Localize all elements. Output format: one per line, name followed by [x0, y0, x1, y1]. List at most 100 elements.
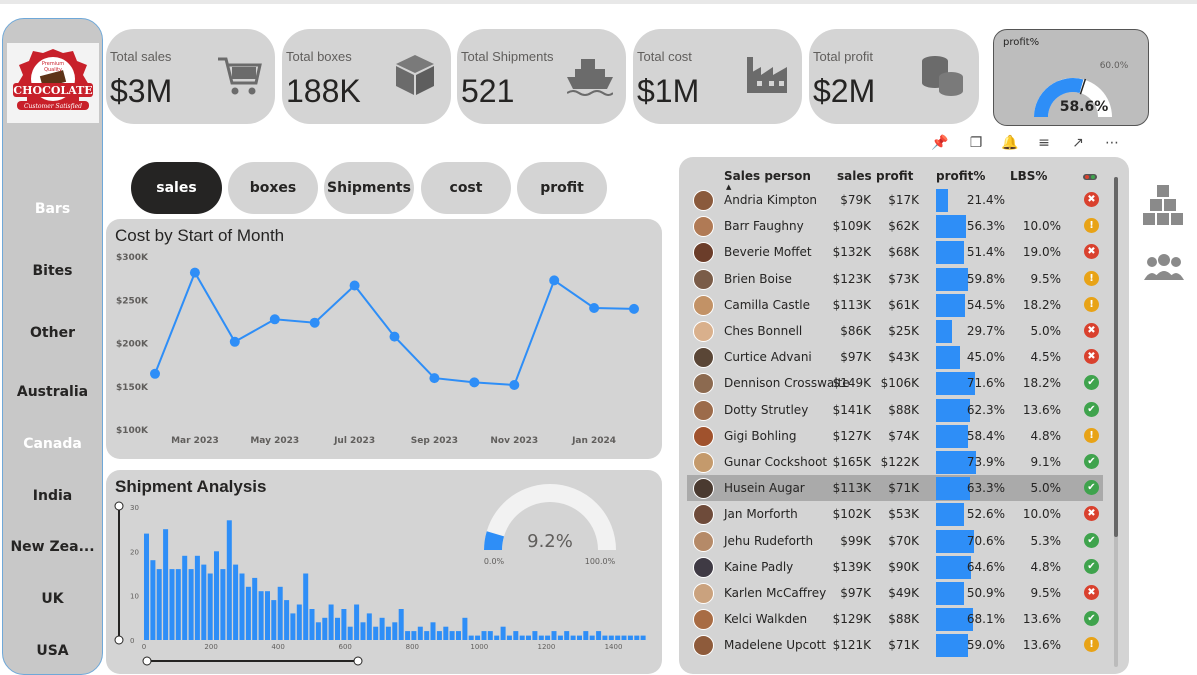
ship-bar[interactable]	[570, 635, 576, 640]
table-scrollbar-thumb[interactable]	[1114, 177, 1118, 537]
ship-bar[interactable]	[354, 604, 360, 641]
ship-bar[interactable]	[551, 631, 557, 640]
table-row[interactable]: Husein Augar $113K $71K 63.3% 5.0% ✔	[687, 475, 1103, 502]
ship-bar[interactable]	[303, 573, 309, 641]
col-header-profit[interactable]: profit	[876, 169, 913, 183]
table-row[interactable]: Gunar Cockshoot $165K $122K 73.9% 9.1% ✔	[687, 449, 1103, 475]
ship-bar[interactable]	[627, 635, 633, 640]
ship-bar[interactable]	[360, 622, 366, 640]
table-scrollbar[interactable]	[1114, 177, 1118, 667]
ship-bar[interactable]	[194, 555, 200, 640]
ship-bar[interactable]	[214, 551, 219, 640]
ship-bar[interactable]	[277, 586, 283, 640]
cost-data-point[interactable]	[549, 275, 560, 286]
table-row[interactable]: Brien Boise $123K $73K 59.8% 9.5%!	[687, 266, 1103, 292]
ship-bar[interactable]	[169, 569, 175, 640]
cost-data-point[interactable]	[309, 317, 320, 328]
table-row[interactable]: Beverie Moffet $132K $68K 51.4% 19.0% ✖	[687, 239, 1103, 265]
ship-bar[interactable]	[589, 635, 595, 640]
table-row[interactable]: Barr Faughny $109K $62K 56.3% 10.0%!	[687, 213, 1103, 239]
sidebar-item-8[interactable]: USA	[3, 643, 102, 659]
ship-bar[interactable]	[557, 635, 563, 640]
filter-icon[interactable]: ≡	[1035, 134, 1053, 152]
ship-bar[interactable]	[475, 635, 481, 640]
tab-shipments[interactable]: Shipments	[324, 162, 414, 214]
col-header-lbs[interactable]: LBS%	[1010, 169, 1047, 183]
cost-data-point[interactable]	[189, 267, 200, 278]
ship-bar[interactable]	[462, 617, 468, 640]
cost-line-chart[interactable]: $300K $250K $200K $150K $100K Mar 2023 May 202…	[106, 219, 662, 459]
table-row[interactable]: Andria Kimpton $79K $17K 21.4% ✖	[687, 187, 1103, 213]
ship-bar[interactable]	[608, 635, 614, 640]
table-row[interactable]: Karlen McCaffrey $97K $49K 50.9% 9.5% ✖	[687, 580, 1103, 606]
sidebar-item-6[interactable]: New Zea...	[3, 539, 102, 555]
col-header-sales-person[interactable]: Sales person	[724, 169, 811, 183]
sidebar-item-1[interactable]: Bites	[3, 263, 102, 279]
copy-icon[interactable]: ❐	[967, 134, 985, 152]
table-row[interactable]: Jehu Rudeforth $99K $70K 70.6% 5.3% ✔	[687, 528, 1103, 554]
boxes-icon[interactable]	[1143, 183, 1185, 227]
ship-bar[interactable]	[328, 604, 334, 641]
ship-bar[interactable]	[341, 609, 347, 640]
ship-bar[interactable]	[392, 622, 398, 640]
table-row[interactable]: Gigi Bohling $127K $74K 58.4% 4.8%!	[687, 423, 1103, 449]
ship-bar[interactable]	[379, 617, 385, 640]
ship-bar[interactable]	[519, 635, 525, 640]
ship-bar[interactable]	[526, 635, 531, 640]
ship-bar[interactable]	[271, 600, 277, 640]
cost-data-point[interactable]	[269, 314, 280, 325]
ship-bar[interactable]	[443, 626, 449, 640]
ship-bar[interactable]	[417, 626, 423, 640]
ship-bar[interactable]	[347, 626, 353, 640]
ship-bar[interactable]	[245, 586, 251, 640]
table-row[interactable]: Camilla Castle $113K $61K 54.5% 18.2%!	[687, 292, 1103, 318]
cost-data-point[interactable]	[150, 368, 160, 379]
ship-bar[interactable]	[315, 622, 321, 640]
ship-bar[interactable]	[640, 635, 646, 640]
ship-bar[interactable]	[284, 600, 290, 640]
ship-bar[interactable]	[602, 635, 608, 640]
cost-data-point[interactable]	[349, 280, 360, 291]
cost-data-point[interactable]	[429, 373, 440, 384]
ship-bar[interactable]	[538, 635, 544, 640]
sidebar-item-7[interactable]: UK	[3, 591, 102, 607]
pin-icon[interactable]: 📌	[931, 134, 949, 152]
sidebar-item-3[interactable]: Australia	[3, 384, 102, 400]
table-row[interactable]: Jan Morforth $102K $53K 52.6% 10.0% ✖	[687, 501, 1103, 527]
tab-sales[interactable]: sales	[131, 162, 222, 214]
ship-bar[interactable]	[424, 631, 430, 640]
x-range-slider-handle-right[interactable]	[353, 656, 363, 666]
bell-icon[interactable]: 🔔	[1001, 134, 1019, 152]
cost-data-point[interactable]	[229, 336, 240, 347]
table-row[interactable]: Ches Bonnell $86K $25K 29.7% 5.0% ✖	[687, 318, 1103, 344]
ship-bar[interactable]	[207, 573, 213, 641]
ship-bar[interactable]	[405, 631, 411, 640]
ship-bar[interactable]	[182, 555, 188, 640]
ship-bar[interactable]	[436, 631, 442, 640]
ship-bar[interactable]	[239, 573, 245, 641]
ship-bar[interactable]	[494, 635, 500, 640]
ship-bar[interactable]	[252, 577, 258, 640]
table-row[interactable]: Dennison Crosswaite $149K $106K 71.6% 18.2% ✔	[687, 370, 1103, 396]
ship-bar[interactable]	[468, 635, 474, 640]
ship-bar[interactable]	[201, 564, 207, 640]
ship-bar[interactable]	[220, 569, 226, 640]
ship-bar[interactable]	[156, 569, 162, 640]
ship-bar[interactable]	[583, 631, 589, 640]
ship-bar[interactable]	[500, 626, 506, 640]
ship-bar[interactable]	[366, 613, 372, 640]
cost-data-point[interactable]	[389, 331, 400, 342]
ship-bar[interactable]	[233, 564, 239, 640]
ship-bar[interactable]	[634, 635, 640, 640]
sidebar-item-2[interactable]: Other	[3, 325, 102, 341]
cost-data-point[interactable]	[509, 380, 520, 390]
ship-bar[interactable]	[621, 635, 627, 640]
ship-bar[interactable]	[513, 631, 519, 640]
ship-bar[interactable]	[265, 591, 270, 640]
ship-bar[interactable]	[596, 631, 602, 640]
ship-bar[interactable]	[411, 631, 417, 640]
x-range-slider-handle-left[interactable]	[142, 656, 152, 666]
table-row[interactable]: Curtice Advani $97K $43K 45.0% 4.5% ✖	[687, 344, 1103, 370]
ship-bar[interactable]	[296, 604, 302, 641]
shipment-histogram[interactable]: 30201000 200 400 600 800 1000 1200 14009.2%0.0%…	[106, 470, 662, 674]
